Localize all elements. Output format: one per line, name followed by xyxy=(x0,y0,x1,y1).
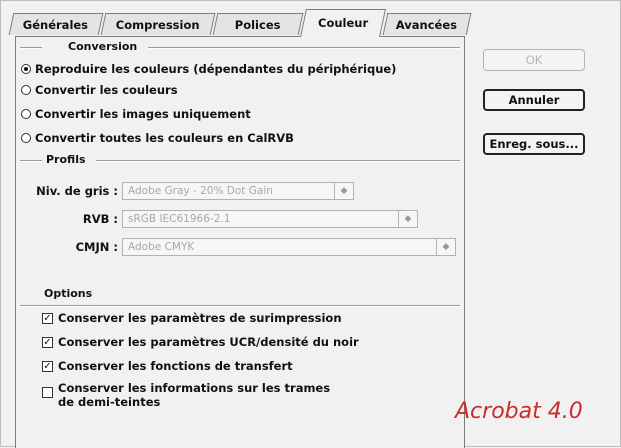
checkbox-label: Conserver les informations sur les trame… xyxy=(58,381,331,395)
save-as-button[interactable]: Enreg. sous... xyxy=(483,133,585,155)
checkbox-transfert[interactable]: ✓ Conserver les fonctions de transfert xyxy=(42,359,293,373)
radio-icon xyxy=(21,133,31,143)
rvb-profile-select[interactable]: sRGB IEC61966-2.1 ◆ xyxy=(122,210,418,228)
checkbox-label: Conserver les fonctions de transfert xyxy=(58,359,293,373)
ok-button[interactable]: OK xyxy=(483,49,585,71)
checkmark-icon: ✓ xyxy=(42,360,53,372)
tab-couleur[interactable]: Couleur xyxy=(300,9,386,37)
cancel-button[interactable]: Annuler xyxy=(483,89,585,111)
pdf-settings-dialog: Générales Compression Polices Couleur Av… xyxy=(0,0,621,448)
checkbox-ucr[interactable]: ✓ Conserver les paramètres UCR/densité d… xyxy=(42,335,359,349)
acrobat-version-caption: Acrobat 4.0 xyxy=(455,399,583,424)
checkbox-label: Conserver les paramètres UCR/densité du … xyxy=(58,335,359,349)
checkbox-label: Conserver les paramètres de surimpressio… xyxy=(58,311,342,325)
radio-icon xyxy=(21,109,31,119)
rvb-label: RVB : xyxy=(82,212,118,226)
options-title: Options xyxy=(44,287,93,300)
tab-compression[interactable]: Compression xyxy=(100,13,216,35)
radio-label: Convertir toutes les couleurs en CalRVB xyxy=(35,131,294,145)
checkmark-icon: ✓ xyxy=(42,312,53,324)
radio-label: Convertir les images uniquement xyxy=(35,107,251,121)
section-rule xyxy=(96,160,460,162)
checkbox-label-line2: de demi-teintes xyxy=(58,395,161,409)
section-rule xyxy=(148,47,460,49)
stepper-arrows-icon: ◆ xyxy=(398,211,417,227)
stepper-arrows-icon: ◆ xyxy=(436,239,455,255)
stepper-arrows-icon: ◆ xyxy=(334,183,353,199)
radio-icon xyxy=(21,85,31,95)
couleur-panel: Conversion Reproduire les couleurs (dépe… xyxy=(15,36,465,448)
cmjn-profile-select[interactable]: Adobe CMYK ◆ xyxy=(122,238,456,256)
section-rule xyxy=(20,305,460,307)
radio-label: Reproduire les couleurs (dépendantes du … xyxy=(35,62,397,76)
radio-convertir-calrvb[interactable]: Convertir toutes les couleurs en CalRVB xyxy=(21,131,294,145)
section-rule xyxy=(20,47,42,49)
section-rule xyxy=(20,160,42,162)
radio-convertir-couleurs[interactable]: Convertir les couleurs xyxy=(21,83,178,97)
conversion-title: Conversion xyxy=(68,40,138,53)
checkmark-icon: ✓ xyxy=(42,336,53,348)
radio-label: Convertir les couleurs xyxy=(35,83,178,97)
tab-generales[interactable]: Générales xyxy=(8,13,104,35)
gray-label: Niv. de gris : xyxy=(36,184,118,198)
checkbox-trames[interactable]: Conserver les informations sur les trame… xyxy=(42,381,330,409)
radio-selected-icon xyxy=(21,64,31,74)
radio-convertir-images[interactable]: Convertir les images uniquement xyxy=(21,107,251,121)
radio-reproduire[interactable]: Reproduire les couleurs (dépendantes du … xyxy=(21,62,396,76)
cmjn-label: CMJN : xyxy=(75,240,118,254)
profils-title: Profils xyxy=(46,153,86,166)
tab-polices[interactable]: Polices xyxy=(212,13,304,35)
checkbox-surimpression[interactable]: ✓ Conserver les paramètres de surimpress… xyxy=(42,311,342,325)
checkbox-empty-icon xyxy=(42,387,53,398)
gray-profile-select[interactable]: Adobe Gray - 20% Dot Gain ◆ xyxy=(122,182,354,200)
tab-avancees[interactable]: Avancées xyxy=(382,13,472,35)
